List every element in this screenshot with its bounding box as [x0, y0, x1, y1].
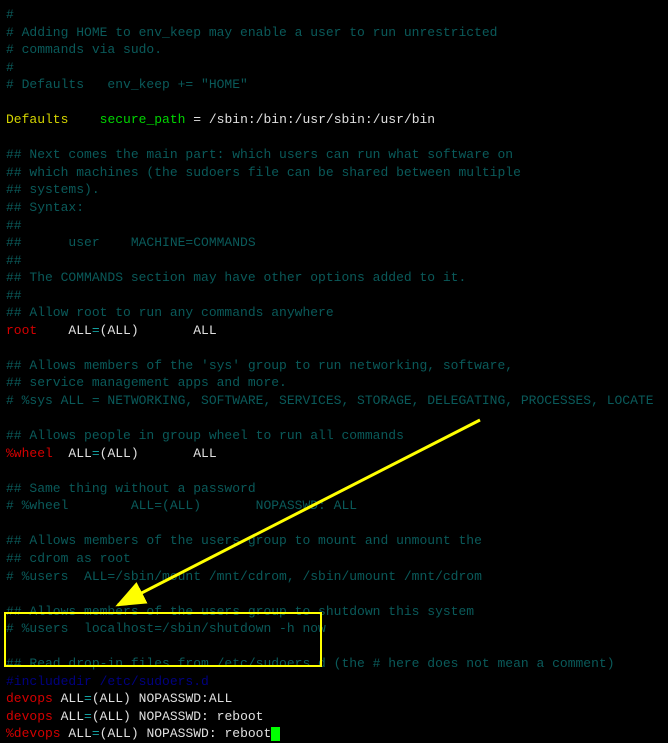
editor-line: ## which machines (the sudoers file can …	[6, 164, 662, 182]
editor-line	[6, 129, 662, 147]
editor-line: ## systems).	[6, 181, 662, 199]
editor-line: ## Allows members of the users group to …	[6, 603, 662, 621]
editor-line: ## Read drop-in files from /etc/sudoers.…	[6, 655, 662, 673]
editor-line: devops ALL=(ALL) NOPASSWD: reboot	[6, 708, 662, 726]
editor-line	[6, 585, 662, 603]
editor-line: %devops ALL=(ALL) NOPASSWD: reboot	[6, 725, 662, 743]
editor-line: # %users ALL=/sbin/mount /mnt/cdrom, /sb…	[6, 568, 662, 586]
editor-line	[6, 638, 662, 656]
editor-line: ## Same thing without a password	[6, 480, 662, 498]
editor-line: devops ALL=(ALL) NOPASSWD:ALL	[6, 690, 662, 708]
cursor	[271, 727, 280, 741]
editor-line	[6, 94, 662, 112]
editor-line: #	[6, 59, 662, 77]
editor-line: #	[6, 6, 662, 24]
editor-line: ##	[6, 217, 662, 235]
editor-line: ##	[6, 252, 662, 270]
editor-line: ## user MACHINE=COMMANDS	[6, 234, 662, 252]
editor-line: ## The COMMANDS section may have other o…	[6, 269, 662, 287]
editor-line: #includedir /etc/sudoers.d	[6, 673, 662, 691]
editor-line	[6, 339, 662, 357]
editor-line: # %wheel ALL=(ALL) NOPASSWD: ALL	[6, 497, 662, 515]
editor-line: ## service management apps and more.	[6, 374, 662, 392]
editor-line: # %sys ALL = NETWORKING, SOFTWARE, SERVI…	[6, 392, 662, 410]
editor-line: # commands via sudo.	[6, 41, 662, 59]
terminal-editor[interactable]: ## Adding HOME to env_keep may enable a …	[6, 6, 662, 743]
editor-line: Defaults secure_path = /sbin:/bin:/usr/s…	[6, 111, 662, 129]
editor-line: ##	[6, 287, 662, 305]
editor-line: root ALL=(ALL) ALL	[6, 322, 662, 340]
editor-line: # Adding HOME to env_keep may enable a u…	[6, 24, 662, 42]
editor-line	[6, 515, 662, 533]
editor-line: %wheel ALL=(ALL) ALL	[6, 445, 662, 463]
editor-line	[6, 462, 662, 480]
editor-line: ## Allows people in group wheel to run a…	[6, 427, 662, 445]
editor-line: # Defaults env_keep += "HOME"	[6, 76, 662, 94]
editor-line: ## cdrom as root	[6, 550, 662, 568]
editor-line: ## Next comes the main part: which users…	[6, 146, 662, 164]
editor-line: ## Syntax:	[6, 199, 662, 217]
editor-line	[6, 410, 662, 428]
editor-line: ## Allows members of the users group to …	[6, 532, 662, 550]
editor-line: # %users localhost=/sbin/shutdown -h now	[6, 620, 662, 638]
editor-line: ## Allow root to run any commands anywhe…	[6, 304, 662, 322]
editor-line: ## Allows members of the 'sys' group to …	[6, 357, 662, 375]
